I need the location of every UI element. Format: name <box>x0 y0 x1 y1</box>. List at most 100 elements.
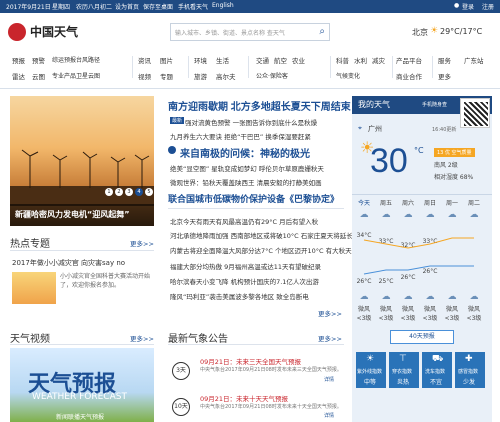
nav-traffic[interactable]: 交通 <box>256 55 274 65</box>
life-value: 中等 <box>364 379 377 386</box>
headline-1[interactable]: 南方迎雨歇期 北方多地超长夏天下周结束 <box>168 98 351 113</box>
nav-forecast[interactable]: 预报 <box>12 55 32 65</box>
nav-platform[interactable]: 产品平台 <box>396 55 428 65</box>
divider <box>10 250 154 251</box>
headline-3[interactable]: 联合国城市低碳物价保护设备《巴黎协定》 <box>168 192 339 205</box>
news-list-item[interactable]: 隆风“玛利亚”袭击美属波多黎各地区 致全岛断电 <box>170 291 309 301</box>
bulletin-item-title[interactable]: 09月21日：未来三天全国天气预报 <box>200 356 301 366</box>
headline-2[interactable]: 来自南极的问候：神秘的极光 <box>180 145 310 160</box>
set-home-link[interactable]: 设为首页 <box>115 2 139 11</box>
nav-environment[interactable]: 环境 <box>194 55 216 65</box>
nav-water[interactable]: 水利 <box>354 55 372 65</box>
news-list-item[interactable]: 内蒙古将迎全面降温大风部分达7°C 个地区迈开10°C 有大秋天 <box>170 245 352 255</box>
pager-dot[interactable]: 2 <box>115 188 123 196</box>
uv-icon: ☀ <box>366 354 375 364</box>
logo-text[interactable]: 中国天气 <box>30 23 78 40</box>
news-list-item[interactable]: 河北承德地降雨加强 西南部地区或将破10°C 石家庄夏天将延长 <box>170 230 353 240</box>
nav-travel[interactable]: 旅游 <box>194 71 216 81</box>
bulletin-more-link[interactable]: 更多>> <box>318 333 342 343</box>
pager-dot[interactable]: 5 <box>145 188 153 196</box>
login-link[interactable]: 登录 <box>462 2 474 11</box>
nav-warning[interactable]: 预警 <box>32 55 52 65</box>
humidity-text: 相对湿度 68% <box>434 174 474 181</box>
news-list-item[interactable]: 哈尔滨春天小变飞降 机构预计国庆的7.1亿人次出游 <box>170 276 319 286</box>
nav-guangdong[interactable]: 广东站 <box>464 55 490 65</box>
wind-level: <3级 <box>356 315 372 322</box>
nav-aviation[interactable]: 航空 <box>274 55 292 65</box>
nav-service[interactable]: 服务 <box>438 55 464 65</box>
bulletin-detail-link[interactable]: 详情 <box>324 376 334 383</box>
nav-radar[interactable]: 雷达 <box>12 71 32 81</box>
aqi-badge[interactable]: 13 优 空气质量 <box>434 148 475 157</box>
nav-business[interactable]: 商业合作 <box>396 71 428 81</box>
photo-caption[interactable]: 新疆哈密风力发电机“迎风起舞” <box>15 209 130 220</box>
pager-dot[interactable]: 1 <box>105 188 113 196</box>
qr-code-icon[interactable] <box>460 98 490 128</box>
cold-index-card[interactable]: ✚ 感冒指数 少发 <box>455 352 485 388</box>
forecast-day[interactable]: 今天 <box>354 198 374 207</box>
nav-typhoon[interactable]: 台风路径 <box>76 55 100 65</box>
user-icon[interactable]: ● <box>454 2 459 9</box>
forecast-40-button[interactable]: 40天预报 <box>390 330 454 344</box>
nav-video[interactable]: 视频 <box>138 71 160 81</box>
divider <box>352 194 492 195</box>
dress-index-card[interactable]: ⊤ 穿衣指数 炎热 <box>389 352 419 388</box>
forecast-day[interactable]: 周六 <box>398 198 418 207</box>
logo-icon[interactable] <box>8 23 26 41</box>
search-box[interactable]: 输入城市、乡镇、街道、景点名称 查天气 ⌕ <box>170 23 330 41</box>
cloud-rain-icon: ☁ <box>403 210 413 220</box>
save-desktop-link[interactable]: 保存至桌面 <box>143 2 173 11</box>
life-value: 炎热 <box>397 379 410 386</box>
topic-item-title[interactable]: 2017年做小小减灾官 向灾害say no <box>12 258 125 268</box>
carwash-index-card[interactable]: ⛟ 洗车指数 不宜 <box>422 352 452 388</box>
nav-cloud[interactable]: 云图 <box>32 71 52 81</box>
bulletin-detail-link[interactable]: 详情 <box>324 412 334 419</box>
uv-index-card[interactable]: ☀ 紫外线指数 中等 <box>356 352 386 388</box>
forecast-day[interactable]: 周日 <box>420 198 440 207</box>
divider <box>168 344 344 345</box>
pager-dot-active[interactable]: 4 <box>135 188 143 196</box>
search-input[interactable]: 输入城市、乡镇、街道、景点名称 查天气 <box>175 28 285 37</box>
nav-agriculture[interactable]: 农业 <box>292 55 310 65</box>
search-icon[interactable]: ⌕ <box>319 26 325 37</box>
header-city[interactable]: 北京 <box>412 27 428 38</box>
topic-thumbnail[interactable] <box>12 272 56 304</box>
news-line[interactable]: 强对流黄色预警 一张图告诉你到底什么是秋燥 <box>185 117 317 127</box>
news-list-item[interactable]: 北京今天有雨天有风最高温仍有29°C 月后有望入秋 <box>170 216 318 226</box>
nav-disaster[interactable]: 减灾 <box>372 55 390 65</box>
topic-more-link[interactable]: 更多>> <box>130 238 154 248</box>
weather-city[interactable]: 广州 <box>368 124 382 134</box>
nav-news[interactable]: 资讯 <box>138 55 160 65</box>
forecast-day[interactable]: 周二 <box>464 198 484 207</box>
bulletin-item-title[interactable]: 09月21日：未来十天天气预报 <box>200 393 288 403</box>
nav-golf[interactable]: 高尔夫 <box>216 71 238 81</box>
forecast-day[interactable]: 周五 <box>376 198 396 207</box>
news-more-link[interactable]: 更多>> <box>318 308 342 318</box>
nav-topics[interactable]: 专题 <box>160 71 182 81</box>
nav-satellite[interactable]: 卫星云图 <box>76 71 100 81</box>
main-photo[interactable]: 1 2 3 4 5 新疆哈密风力发电机“迎风起舞” <box>10 96 154 226</box>
video-thumbnail[interactable]: 天气预报 WEATHER FORECAST 新闻联播天气预报 <box>10 348 154 422</box>
video-more-link[interactable]: 更多>> <box>130 333 154 343</box>
nav-life[interactable]: 生活 <box>216 55 238 65</box>
location-icon[interactable]: ⌖ <box>358 124 362 133</box>
nav-public-insurance[interactable]: 公众·保险客 <box>256 71 310 80</box>
pill-icon: ✚ <box>465 354 473 364</box>
register-link[interactable]: 注册 <box>482 2 494 11</box>
nav-pro-products[interactable]: 专业产品 <box>52 71 76 81</box>
nav-pictures[interactable]: 图片 <box>160 55 182 65</box>
news-line[interactable]: 微观世界：铅秋天覆盖陕西王 清晨安毅的打静美如画 <box>170 177 322 187</box>
nav-transport-forecast[interactable]: 综运预报 <box>52 55 76 65</box>
pager-dot[interactable]: 3 <box>125 188 133 196</box>
news-line[interactable]: 九月养生六大要诀 拒绝“干巴巴” 换季保湿要赶紧 <box>170 131 311 141</box>
news-line[interactable]: 绝美“显空图” 星轨变成如梦幻 呼伦贝尔草原鹿姗秋天 <box>170 163 324 173</box>
mobile-link[interactable]: 手机看天气 <box>178 2 208 11</box>
video-caption[interactable]: 新闻联播天气预报 <box>56 412 104 421</box>
english-link[interactable]: English <box>212 2 234 9</box>
cloud-rain-icon: ☁ <box>447 210 457 220</box>
nav-more[interactable]: 更多 <box>438 71 464 81</box>
nav-climate[interactable]: 气候变化 <box>336 71 390 80</box>
news-list-item[interactable]: 福建大部分均热傲 9月福州高温或达11天有望破纪录 <box>170 261 321 271</box>
nav-science[interactable]: 科普 <box>336 55 354 65</box>
forecast-day[interactable]: 周一 <box>442 198 462 207</box>
